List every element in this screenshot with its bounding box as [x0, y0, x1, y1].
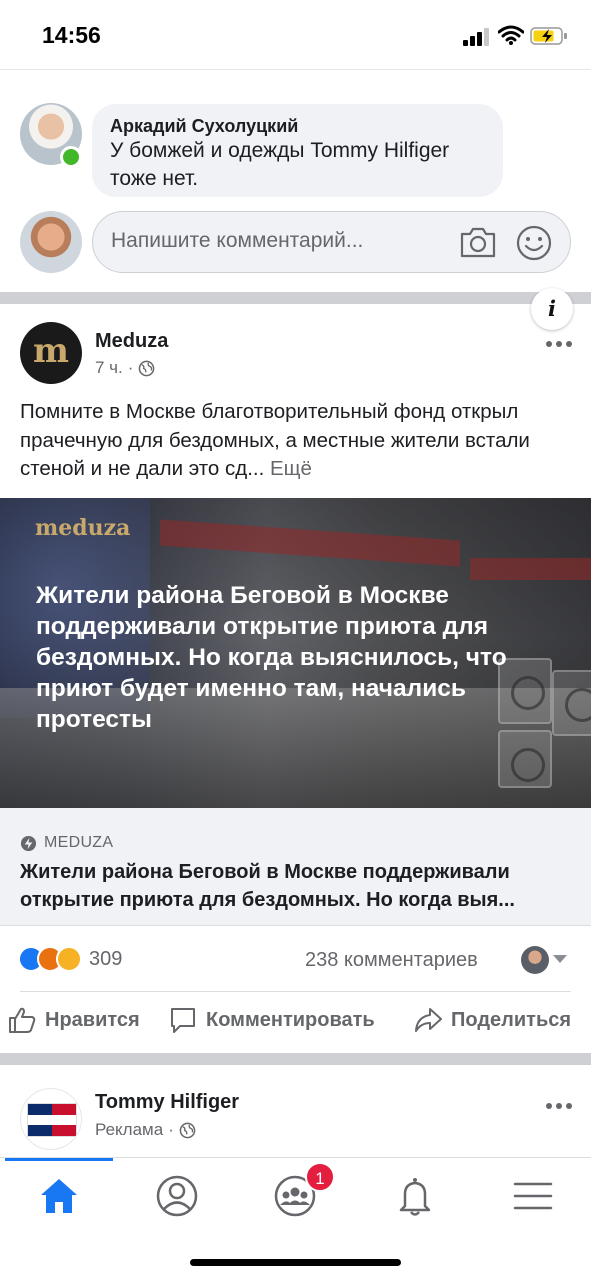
post-image[interactable]: meduza Жители района Беговой в Москве по…: [0, 498, 591, 808]
comment-icon: [171, 1008, 195, 1033]
status-time: 14:56: [42, 22, 101, 48]
camera-icon[interactable]: [459, 225, 497, 259]
flag-logo-shape: [27, 1103, 77, 1137]
wifi-icon: [498, 25, 524, 45]
bolt-icon: [20, 835, 37, 851]
comment-input-placeholder: Напишите комментарий...: [111, 229, 364, 252]
reaction-count: 309: [89, 947, 123, 970]
share-icon: [415, 1008, 442, 1032]
more-icon[interactable]: [545, 1102, 573, 1110]
action-separator: [20, 991, 571, 992]
comment-text: У бомжей и одежды Tommy Hilfiger тоже не…: [110, 139, 450, 190]
hero-title: Жители района Беговой в Москве поддержив…: [36, 582, 507, 733]
ad-page-name[interactable]: Tommy Hilfiger: [95, 1091, 239, 1114]
tab-menu[interactable]: [509, 1172, 557, 1220]
more-icon[interactable]: [545, 340, 573, 348]
link-title[interactable]: Жители района Беговой в Москве поддержив…: [20, 858, 575, 914]
meta-separator: ·: [127, 358, 134, 377]
hero-stripe: [160, 519, 460, 567]
comment-bubble[interactable]: Аркадий Сухолуцкий У бомжей и одежды Tom…: [92, 104, 503, 197]
hero-stripe: [470, 558, 591, 580]
washer-shape: [552, 670, 591, 736]
washer-shape: [498, 730, 552, 788]
chevron-down-icon[interactable]: [553, 955, 567, 963]
like-label: Нравится: [45, 1008, 140, 1031]
tab-profile[interactable]: [153, 1172, 201, 1220]
post-actions: Нравится Комментировать Поделиться: [0, 1005, 591, 1043]
comments-count[interactable]: 238 комментариев: [305, 949, 478, 972]
comment-input[interactable]: Напишите комментарий...: [92, 211, 571, 273]
post-meta: 7 ч. ·: [95, 358, 155, 378]
battery-charging-icon: [530, 27, 567, 45]
reactions-summary[interactable]: 309: [18, 946, 122, 972]
feed-divider: [0, 1053, 591, 1065]
feed-divider: [0, 292, 591, 304]
link-source-label: MEDUZA: [44, 834, 114, 851]
link-preview[interactable]: MEDUZA Жители района Беговой в Москве по…: [0, 808, 591, 926]
meta-separator: ·: [168, 1120, 174, 1139]
status-bar: 14:56: [0, 0, 591, 70]
comment-author[interactable]: Аркадий Сухолуцкий: [110, 115, 485, 137]
tommy-hilfiger-logo[interactable]: [20, 1088, 82, 1150]
sponsored-label: Реклама: [95, 1120, 164, 1139]
home-indicator: [190, 1259, 401, 1266]
post-text: Помните в Москве благотворительный фонд …: [20, 398, 572, 484]
see-more-link[interactable]: Ещё: [270, 457, 312, 480]
sad-reaction-icon: [56, 946, 82, 972]
comment-button[interactable]: Комментировать: [168, 1005, 375, 1035]
tab-notifications[interactable]: [391, 1172, 439, 1220]
like-button[interactable]: Нравится: [7, 1005, 140, 1035]
link-source: MEDUZA: [20, 834, 113, 852]
hero-brand: meduza: [35, 515, 131, 541]
menu-icon: [513, 1182, 553, 1210]
signal-icon: [463, 28, 491, 46]
comment-label: Комментировать: [206, 1008, 375, 1031]
bell-icon: [399, 1178, 431, 1216]
current-user-avatar: [20, 211, 82, 273]
home-icon: [41, 1179, 77, 1213]
info-icon[interactable]: i: [531, 288, 573, 330]
tab-home[interactable]: [35, 1172, 83, 1220]
viewer-avatar[interactable]: [521, 946, 549, 974]
ad-meta: Реклама ·: [95, 1120, 196, 1140]
globe-icon: [139, 360, 155, 376]
smile-icon[interactable]: [515, 224, 553, 262]
like-icon: [9, 1007, 36, 1033]
post-page-name[interactable]: Meduza: [95, 330, 168, 353]
globe-icon: [179, 1122, 196, 1138]
share-button[interactable]: Поделиться: [413, 1005, 571, 1035]
meduza-logo[interactable]: m: [20, 322, 82, 384]
groups-badge: 1: [305, 1162, 335, 1192]
profile-icon: [156, 1175, 198, 1217]
active-tab-indicator: [5, 1158, 113, 1161]
online-status-dot: [60, 146, 82, 168]
share-label: Поделиться: [451, 1008, 572, 1031]
post-time[interactable]: 7 ч.: [95, 358, 123, 378]
